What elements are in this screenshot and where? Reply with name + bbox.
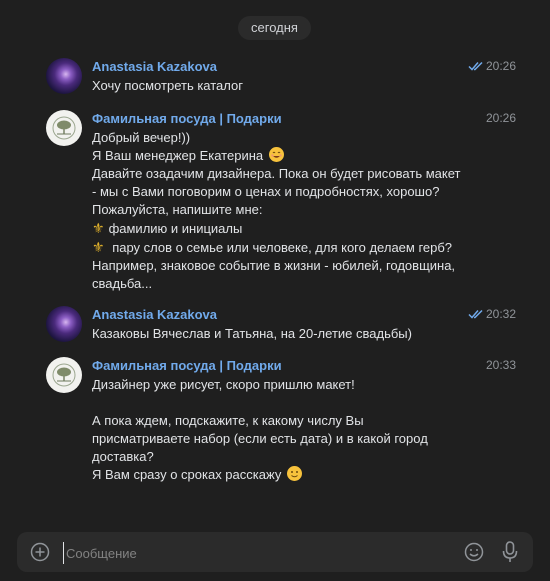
message-text: Дизайнер уже рисует, скоро пришлю макет!… (92, 376, 516, 484)
plus-circle-icon[interactable] (30, 542, 50, 562)
message-author[interactable]: Anastasia Kazakova (92, 59, 217, 74)
message-time: 20:32 (485, 307, 516, 321)
message-line: Дизайнер уже рисует, скоро пришлю макет! (92, 377, 355, 392)
slightly-smiling-face-icon (286, 466, 302, 481)
message-text: Казаковы Вячеслав и Татьяна, на 20-летие… (92, 326, 412, 341)
message-author[interactable]: Фамильная посуда | Подарки (92, 358, 282, 373)
message-line: Добрый вечер!)) (92, 130, 191, 145)
message-time: 20:33 (485, 358, 516, 372)
double-check-icon (468, 61, 483, 71)
double-check-icon (468, 309, 483, 319)
tree-logo-icon (52, 116, 76, 140)
message-line: Пожалуйста, напишите мне: (92, 202, 263, 217)
message-author[interactable]: Anastasia Kazakova (92, 307, 217, 322)
message-line: Я Вам сразу о сроках расскажу (92, 467, 282, 482)
chat-history[interactable]: сегодня Anastasia Kazakova 20:26 Хочу по… (0, 0, 550, 530)
message-composer (17, 532, 533, 572)
smiling-face-icon (268, 147, 284, 162)
tree-logo-icon (52, 363, 76, 387)
message-line: Давайте озадачим дизайнера. Пока он буде… (92, 166, 461, 181)
message-item[interactable]: Фамильная посуда | Подарки 20:26 Добрый … (46, 110, 516, 293)
message-line: пару слов о семье или человеке, для кого… (112, 240, 453, 255)
message-line: - мы с Вами поговорим о ценах и подробно… (92, 184, 440, 199)
message-author[interactable]: Фамильная посуда | Подарки (92, 111, 282, 126)
avatar[interactable] (46, 110, 82, 146)
message-line: Например, знаковое событие в жизни - юби… (92, 258, 456, 273)
avatar[interactable] (46, 306, 82, 342)
avatar[interactable] (46, 58, 82, 94)
date-divider: сегодня (238, 16, 311, 40)
smile-icon[interactable] (464, 542, 484, 562)
message-time: 20:26 (485, 111, 516, 125)
message-line: доставка? (92, 449, 154, 464)
message-line: фамилию и инициалы (108, 221, 243, 236)
message-line: свадьба... (92, 276, 153, 291)
fleur-de-lis-icon: ⚜ (92, 220, 105, 236)
message-text: Хочу посмотреть каталог (92, 78, 243, 93)
message-item[interactable]: Anastasia Kazakova 20:32 Казаковы Вячесл… (46, 306, 516, 346)
message-line: А пока ждем, подскажите, к какому числу … (92, 413, 364, 428)
message-text: Добрый вечер!)) Я Ваш менеджер Екатерина… (92, 129, 516, 293)
message-item[interactable]: Фамильная посуда | Подарки 20:33 Дизайне… (46, 357, 516, 487)
message-item[interactable]: Anastasia Kazakova 20:26 Хочу посмотреть… (46, 58, 516, 98)
fleur-de-lis-icon: ⚜ (92, 239, 105, 255)
avatar[interactable] (46, 357, 82, 393)
message-line: Я Ваш менеджер Екатерина (92, 148, 264, 163)
message-input[interactable] (63, 542, 448, 564)
message-line: присматриваете набор (если есть дата) и … (92, 431, 428, 446)
microphone-icon[interactable] (501, 541, 519, 563)
message-time: 20:26 (485, 59, 516, 73)
